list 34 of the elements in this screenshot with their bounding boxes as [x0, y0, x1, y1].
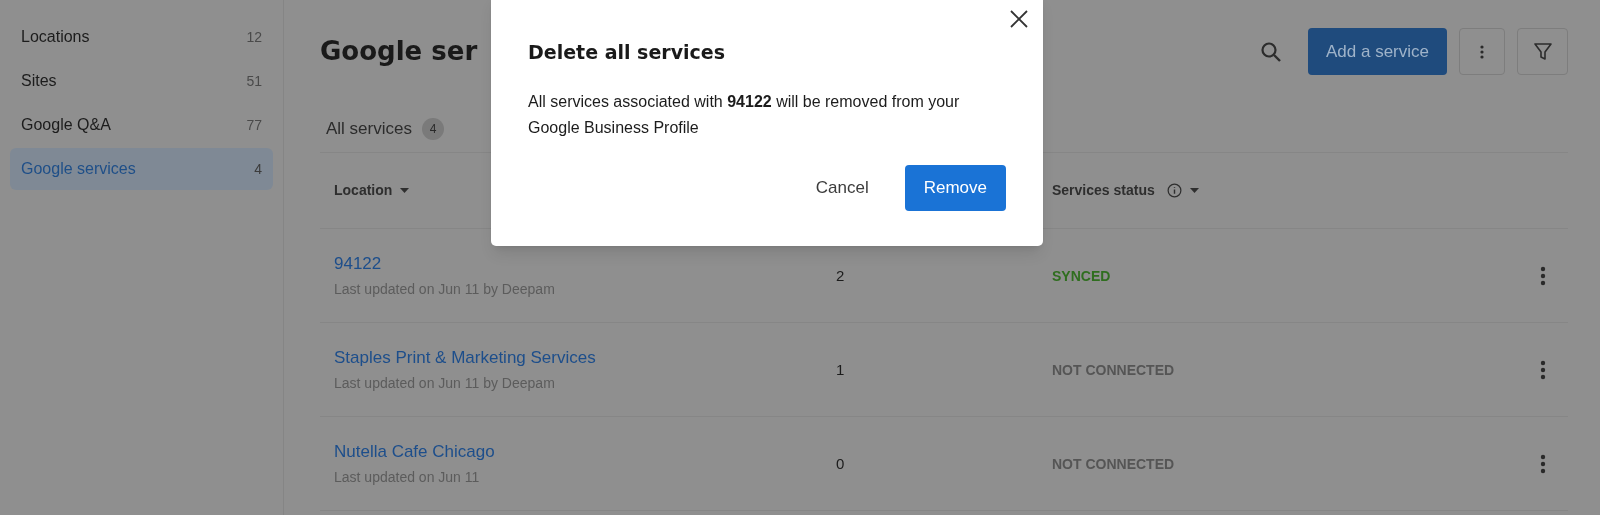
row-menu-icon[interactable]	[1540, 453, 1546, 474]
status-label: SYNCED	[1052, 267, 1111, 284]
status-label: NOT CONNECTED	[1052, 361, 1175, 378]
close-icon[interactable]	[1010, 10, 1028, 28]
sidebar-item[interactable]: Google Q&A 77	[10, 104, 273, 146]
status-label: NOT CONNECTED	[1052, 455, 1175, 472]
sidebar-item[interactable]: Google services 4	[10, 148, 273, 190]
dialog-message: All services associated with 94122 will be removed from your Google Business Profile	[528, 91, 961, 138]
service-count: 0	[836, 454, 845, 472]
service-count: 2	[836, 266, 845, 284]
column-header: Location	[334, 181, 393, 200]
cancel-button[interactable]: Cancel	[809, 164, 875, 211]
service-count: 1	[836, 360, 845, 378]
filter-icon	[1532, 41, 1553, 62]
dialog-title: Delete all services	[528, 40, 727, 65]
row-menu-icon[interactable]	[1540, 359, 1546, 380]
remove-button[interactable]: Remove	[904, 164, 1006, 211]
tab[interactable]: All services 4	[326, 115, 444, 142]
location-link[interactable]: Nutella Cafe Chicago	[334, 439, 836, 465]
sort-caret-icon[interactable]	[400, 188, 410, 193]
info-icon[interactable]	[1166, 183, 1182, 198]
page-title: Google ser	[320, 35, 478, 68]
sort-caret-icon[interactable]	[1189, 188, 1199, 193]
location-link[interactable]: 94122	[334, 251, 836, 277]
add-service-button[interactable]: Add a service	[1308, 28, 1447, 75]
sidebar-item[interactable]: Sites 51	[10, 60, 273, 102]
column-header: Services status	[1052, 181, 1155, 200]
search-icon[interactable]	[1260, 40, 1282, 63]
more-icon	[1480, 44, 1484, 59]
count-badge: 4	[421, 117, 444, 140]
filter-button[interactable]	[1517, 28, 1568, 75]
row-menu-icon[interactable]	[1540, 265, 1546, 286]
sidebar-item[interactable]: Locations 12	[10, 16, 273, 58]
location-link[interactable]: Staples Print & Marketing Services	[334, 345, 836, 371]
